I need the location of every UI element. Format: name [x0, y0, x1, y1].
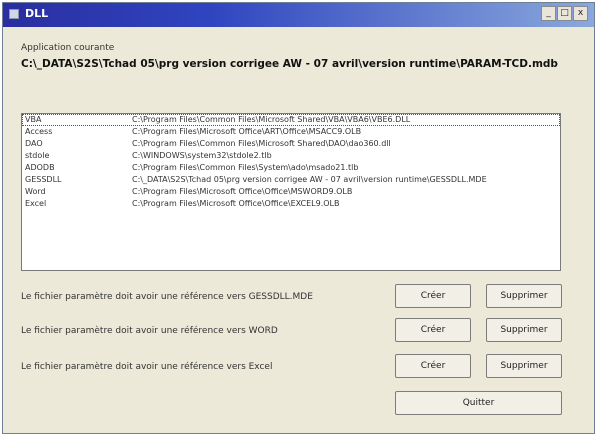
reference-path: C:\WINDOWS\system32\stdole2.tlb: [132, 151, 272, 160]
create-gessdll-button[interactable]: Créer: [395, 284, 471, 308]
window-title: DLL: [25, 7, 49, 20]
reference-name: ADODB: [25, 163, 55, 172]
requirement-text-gessdll: Le fichier paramètre doit avoir une réfé…: [21, 292, 313, 302]
reference-path: C:\Program Files\Microsoft Office\Office…: [132, 199, 340, 208]
reference-name: VBA: [25, 115, 42, 124]
current-app-label: Application courante: [21, 43, 115, 53]
delete-gessdll-button[interactable]: Supprimer: [486, 284, 562, 308]
requirement-text-word: Le fichier paramètre doit avoir une réfé…: [21, 326, 278, 336]
app-icon: [9, 9, 19, 19]
list-item[interactable]: stdole C:\WINDOWS\system32\stdole2.tlb: [22, 150, 560, 162]
reference-name: Access: [25, 127, 53, 136]
list-item[interactable]: Excel C:\Program Files\Microsoft Office\…: [22, 198, 560, 210]
reference-name: stdole: [25, 151, 50, 160]
list-item[interactable]: GESSDLL C:\_DATA\S2S\Tchad 05\prg versio…: [22, 174, 560, 186]
list-item[interactable]: VBA C:\Program Files\Common Files\Micros…: [22, 114, 560, 126]
reference-path: C:\Program Files\Microsoft Office\ART\Of…: [132, 127, 362, 136]
current-app-path: C:\_DATA\S2S\Tchad 05\prg version corrig…: [21, 58, 558, 70]
reference-path: C:\Program Files\Common Files\System\ado…: [132, 163, 359, 172]
list-item[interactable]: Access C:\Program Files\Microsoft Office…: [22, 126, 560, 138]
dll-window: DLL _ □ x Application courante C:\_DATA\…: [2, 2, 595, 434]
reference-path: C:\_DATA\S2S\Tchad 05\prg version corrig…: [132, 175, 487, 184]
reference-name: Excel: [25, 199, 47, 208]
minimize-button[interactable]: _: [541, 6, 556, 21]
delete-word-button[interactable]: Supprimer: [486, 318, 562, 342]
list-item[interactable]: DAO C:\Program Files\Common Files\Micros…: [22, 138, 560, 150]
create-word-button[interactable]: Créer: [395, 318, 471, 342]
list-item[interactable]: ADODB C:\Program Files\Common Files\Syst…: [22, 162, 560, 174]
reference-name: GESSDLL: [25, 175, 62, 184]
requirement-text-excel: Le fichier paramètre doit avoir une réfé…: [21, 362, 273, 372]
reference-path: C:\Program Files\Microsoft Office\Office…: [132, 187, 353, 196]
reference-name: Word: [25, 187, 46, 196]
create-excel-button[interactable]: Créer: [395, 354, 471, 378]
quit-button[interactable]: Quitter: [395, 391, 562, 415]
list-item[interactable]: Word C:\Program Files\Microsoft Office\O…: [22, 186, 560, 198]
close-button[interactable]: x: [573, 6, 588, 21]
title-bar[interactable]: DLL _ □ x: [3, 3, 594, 27]
reference-path: C:\Program Files\Common Files\Microsoft …: [132, 115, 411, 124]
delete-excel-button[interactable]: Supprimer: [486, 354, 562, 378]
maximize-button[interactable]: □: [557, 6, 572, 21]
references-list[interactable]: VBA C:\Program Files\Common Files\Micros…: [21, 113, 561, 271]
reference-path: C:\Program Files\Common Files\Microsoft …: [132, 139, 391, 148]
reference-name: DAO: [25, 139, 43, 148]
